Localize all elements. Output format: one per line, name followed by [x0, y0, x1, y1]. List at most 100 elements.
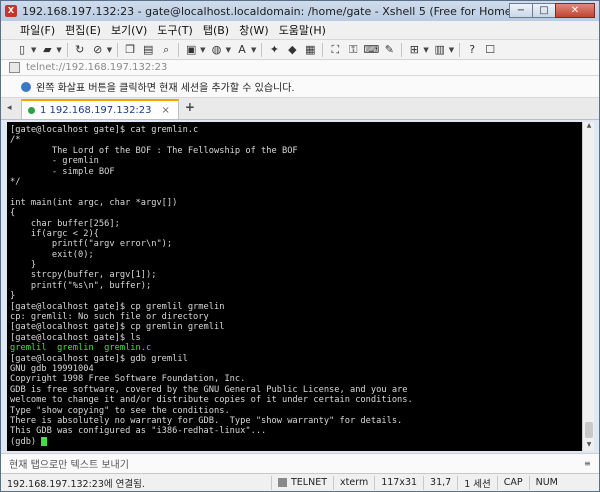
- tab-session-1[interactable]: 1 192.168.197.132:23 ×: [21, 99, 179, 119]
- title-bar[interactable]: X 192.168.197.132:23 - gate@localhost.lo…: [1, 1, 599, 21]
- toolbar-separator: [117, 42, 119, 57]
- minimize-button[interactable]: −: [509, 3, 533, 18]
- protocol-label: TELNET: [291, 477, 328, 488]
- window-controls: − □ ✕: [509, 3, 595, 18]
- session-count-status: 1 세션: [457, 475, 497, 490]
- lock-icon[interactable]: ▦: [303, 43, 317, 57]
- help-icon[interactable]: ?: [465, 43, 479, 57]
- find-icon[interactable]: ⌕: [159, 43, 173, 57]
- toolbar-separator: [66, 42, 68, 57]
- terminal-line: There is absolutely no warranty for GDB.…: [10, 415, 403, 426]
- terminal-line: welcome to change it and/or distribute c…: [10, 395, 413, 406]
- add-tab-icon[interactable]: ⊞: [407, 43, 421, 57]
- open-folder-icon[interactable]: ▰: [40, 43, 54, 57]
- chevron-down-icon[interactable]: ▼: [251, 46, 256, 54]
- menu-edit[interactable]: 편집(E): [60, 22, 106, 38]
- size-status: 117x31: [374, 475, 423, 490]
- terminal-line: printf("argv error\n");: [10, 239, 173, 250]
- reconnect-icon[interactable]: ↻: [73, 43, 87, 57]
- menu-view[interactable]: 보기(V): [106, 22, 152, 38]
- copy-icon[interactable]: ❐: [123, 43, 137, 57]
- close-button[interactable]: ✕: [555, 3, 595, 18]
- terminal-line: GDB is free software, covered by the GNU…: [10, 384, 408, 395]
- chevron-down-icon[interactable]: ▼: [31, 46, 36, 54]
- terminal-line: exit(0);: [10, 249, 94, 260]
- chat-icon[interactable]: ☐: [483, 43, 497, 57]
- terminal-line: Copyright 1998 Free Software Foundation,…: [10, 374, 246, 385]
- terminal-line: /*: [10, 135, 21, 146]
- num-indicator: NUM: [528, 475, 564, 490]
- menu-tab[interactable]: 탭(B): [198, 22, 234, 38]
- xftp-icon[interactable]: ✦: [267, 43, 281, 57]
- menu-bar: 파일(F) 편집(E) 보기(V) 도구(T) 탭(B) 창(W) 도움말(H): [1, 21, 599, 40]
- paste-icon[interactable]: ▤: [141, 43, 155, 57]
- chevron-down-icon[interactable]: ▼: [449, 46, 454, 54]
- tunnel-icon[interactable]: ◆: [285, 43, 299, 57]
- terminal-line: printf("%s\n", buffer);: [10, 280, 152, 291]
- terminal-type-status: xterm: [333, 475, 374, 490]
- tab-nav-left-icon[interactable]: ◂: [7, 103, 19, 115]
- terminal-line: [gate@localhost gate]$ ls: [10, 332, 141, 343]
- chevron-down-icon[interactable]: ▼: [226, 46, 231, 54]
- address-bar[interactable]: telnet://192.168.197.132:23: [1, 60, 599, 76]
- keyboard-icon[interactable]: ⌨: [363, 43, 379, 57]
- xshell-app-icon: X: [5, 5, 17, 17]
- add-tab-button[interactable]: +: [185, 100, 195, 114]
- cursor-position-status: 31,7: [423, 475, 457, 490]
- new-session-icon[interactable]: ▯: [15, 43, 29, 57]
- fullscreen-icon[interactable]: ⛶: [328, 43, 342, 57]
- terminal-line: (gdb): [10, 436, 594, 447]
- protocol-status: TELNET: [271, 475, 333, 490]
- tab-label: 1 192.168.197.132:23: [40, 104, 152, 116]
- terminal-line: }: [10, 291, 16, 302]
- terminal-line: The Lord of the BOF : The Fellowship of …: [10, 145, 298, 156]
- compose-bar[interactable]: 현재 탭으로만 텍스트 보내기 ≡: [1, 453, 599, 473]
- menu-file[interactable]: 파일(F): [15, 22, 60, 38]
- terminal-line: - gremlin: [10, 156, 99, 167]
- terminal-line: - simple BOF: [10, 166, 115, 177]
- terminal-output: [gate@localhost gate]$ cat gremlin.c/* T…: [10, 125, 594, 447]
- menu-window[interactable]: 창(W): [234, 22, 274, 38]
- lock-session-icon[interactable]: ⚿: [346, 43, 360, 57]
- layout-icon[interactable]: ▥: [433, 43, 447, 57]
- menu-tools[interactable]: 도구(T): [152, 22, 198, 38]
- font-icon[interactable]: A: [235, 43, 249, 57]
- xshell-window: X 192.168.197.132:23 - gate@localhost.lo…: [0, 0, 600, 492]
- cap-indicator: CAP: [496, 475, 529, 490]
- chevron-down-icon[interactable]: ▼: [56, 46, 61, 54]
- terminal-line: */: [10, 176, 21, 187]
- terminal-line: GNU gdb 19991004: [10, 363, 94, 374]
- size-label: 117x31: [381, 477, 418, 488]
- terminal-line: strcpy(buffer, argv[1]);: [10, 270, 157, 281]
- address-text[interactable]: telnet://192.168.197.132:23: [26, 62, 167, 73]
- scroll-down-icon[interactable]: ▼: [583, 441, 594, 451]
- print-icon[interactable]: ▣: [184, 43, 198, 57]
- terminal-line: [gate@localhost gate]$ cat gremlin.c: [10, 125, 199, 135]
- chevron-down-icon[interactable]: ▼: [423, 46, 428, 54]
- disconnect-icon[interactable]: ⊘: [91, 43, 105, 57]
- globe-icon[interactable]: ◍: [210, 43, 224, 57]
- compose-icon[interactable]: ✎: [382, 43, 396, 57]
- session-icon: [9, 62, 20, 73]
- menu-help[interactable]: 도움말(H): [274, 22, 331, 38]
- chevron-down-icon[interactable]: ▼: [107, 46, 112, 54]
- window-title: 192.168.197.132:23 - gate@localhost.loca…: [22, 4, 557, 18]
- terminal-scrollbar[interactable]: ▲ ▼: [582, 122, 594, 451]
- hint-text: 왼쪽 화살표 버튼을 클릭하면 현재 세션을 추가할 수 있습니다.: [36, 83, 295, 94]
- terminal-line: if(argc < 2){: [10, 228, 99, 239]
- tab-close-icon[interactable]: ×: [162, 105, 170, 116]
- terminal-line: gremlil gremlin gremlin.c: [10, 343, 152, 354]
- toolbar: ▯ ▼ ▰ ▼ ↻ ⊘ ▼ ❐ ▤ ⌕ ▣ ▼ ◍ ▼ A ▼ ✦ ◆ ▦ ⛶ ⚿ ⌨ ✎ …: [1, 40, 599, 60]
- chevron-down-icon[interactable]: ▼: [200, 46, 205, 54]
- terminal-view[interactable]: [gate@localhost gate]$ cat gremlin.c/* T…: [7, 122, 594, 451]
- compose-placeholder[interactable]: 현재 탭으로만 텍스트 보내기: [9, 456, 129, 471]
- scroll-up-icon[interactable]: ▲: [583, 122, 594, 132]
- protocol-icon: [278, 478, 287, 487]
- terminal-line: This GDB was configured as "i386-redhat-…: [10, 426, 267, 437]
- terminal-line: char buffer[256];: [10, 218, 120, 229]
- scroll-thumb[interactable]: [585, 422, 593, 438]
- compose-menu-icon[interactable]: ≡: [584, 459, 593, 468]
- maximize-button[interactable]: □: [532, 3, 556, 18]
- tab-bar: ◂ 1 192.168.197.132:23 × +: [1, 98, 599, 120]
